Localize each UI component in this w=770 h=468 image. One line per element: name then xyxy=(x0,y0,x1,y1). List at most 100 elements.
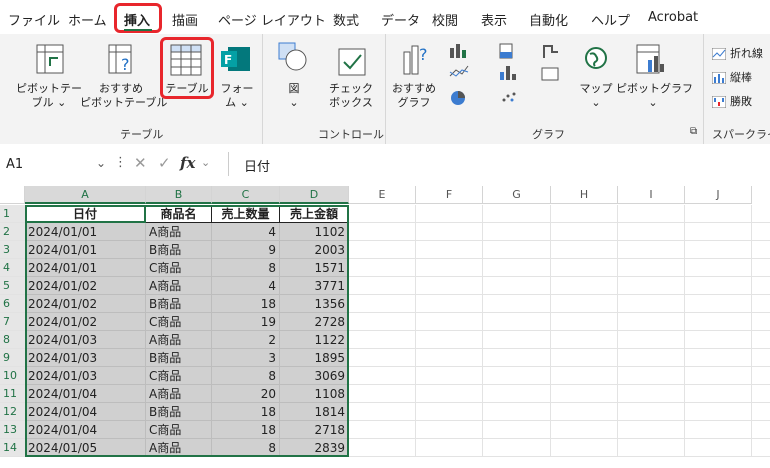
table-cell[interactable]: 3771 xyxy=(280,277,349,295)
menu-draw[interactable]: 描画 xyxy=(172,10,198,29)
table-cell[interactable]: 8 xyxy=(212,367,280,385)
table-cell[interactable]: 1571 xyxy=(280,259,349,277)
menu-file[interactable]: ファイル xyxy=(8,10,60,29)
table-cell[interactable]: 2024/01/02 xyxy=(25,295,146,313)
table-cell[interactable]: 2839 xyxy=(280,439,349,457)
row-header[interactable]: 8 xyxy=(0,331,25,349)
table-cell[interactable]: C商品 xyxy=(146,259,212,277)
table-header-cell[interactable]: 売上金額 xyxy=(280,205,349,223)
enter-icon[interactable]: ✓ xyxy=(158,154,171,172)
row-header[interactable]: 4 xyxy=(0,259,25,277)
column-header-b[interactable]: B xyxy=(146,186,212,204)
row-header[interactable]: 6 xyxy=(0,295,25,313)
table-cell[interactable]: 4 xyxy=(212,277,280,295)
table-cell[interactable]: A商品 xyxy=(146,385,212,403)
table-cell[interactable]: 2024/01/03 xyxy=(25,367,146,385)
worksheet-grid[interactable]: A B C D E F G H I J 1 2 3 4 5 6 7 8 9 10 11 12 13 14 日付 商品名 売上数量 売上… xyxy=(0,186,770,468)
row-header[interactable]: 1 xyxy=(0,205,25,223)
table-cell[interactable]: B商品 xyxy=(146,349,212,367)
select-all-corner[interactable] xyxy=(0,186,25,204)
row-header[interactable]: 13 xyxy=(0,421,25,439)
column-header-c[interactable]: C xyxy=(212,186,280,204)
table-cell[interactable]: 2024/01/04 xyxy=(25,421,146,439)
table-cell[interactable]: 2024/01/01 xyxy=(25,223,146,241)
table-cell[interactable]: 1814 xyxy=(280,403,349,421)
insert-function-icon[interactable]: fx xyxy=(180,154,195,172)
table-cell[interactable]: 19 xyxy=(212,313,280,331)
table-cell[interactable]: 18 xyxy=(212,295,280,313)
row-header[interactable]: 14 xyxy=(0,439,25,457)
row-header[interactable]: 2 xyxy=(0,223,25,241)
table-cell[interactable]: A商品 xyxy=(146,223,212,241)
table-cell[interactable]: C商品 xyxy=(146,313,212,331)
table-cell[interactable]: 2003 xyxy=(280,241,349,259)
menu-help[interactable]: ヘルプ xyxy=(591,10,630,29)
table-cell[interactable]: 3 xyxy=(212,349,280,367)
table-cell[interactable]: 1895 xyxy=(280,349,349,367)
menu-automate[interactable]: 自動化 xyxy=(529,10,568,29)
name-box-dropdown-icon[interactable]: ⌄ xyxy=(96,156,106,170)
name-box[interactable]: A1 xyxy=(6,157,126,179)
table-cell[interactable]: 9 xyxy=(212,241,280,259)
table-cell[interactable]: 2024/01/04 xyxy=(25,403,146,421)
table-cell[interactable]: 2024/01/05 xyxy=(25,439,146,457)
table-cell[interactable]: B商品 xyxy=(146,295,212,313)
row-header[interactable]: 3 xyxy=(0,241,25,259)
table-cell[interactable]: B商品 xyxy=(146,403,212,421)
column-header-f[interactable]: F xyxy=(416,186,483,204)
table-cell[interactable]: C商品 xyxy=(146,367,212,385)
menu-page-layout[interactable]: ページ レイアウト xyxy=(218,10,326,29)
table-cell[interactable]: 2024/01/03 xyxy=(25,331,146,349)
menu-review[interactable]: 校閲 xyxy=(432,10,458,29)
dialog-launcher-icon[interactable]: ⧉ xyxy=(690,126,697,137)
table-cell[interactable]: B商品 xyxy=(146,241,212,259)
menu-home[interactable]: ホーム xyxy=(68,10,107,29)
menu-formulas[interactable]: 数式 xyxy=(333,10,359,29)
row-header[interactable]: 11 xyxy=(0,385,25,403)
table-cell[interactable]: 8 xyxy=(212,259,280,277)
table-cell[interactable]: 2024/01/02 xyxy=(25,313,146,331)
table-cell[interactable]: 1108 xyxy=(280,385,349,403)
table-cell[interactable]: 18 xyxy=(212,421,280,439)
table-cell[interactable]: C商品 xyxy=(146,421,212,439)
column-header-i[interactable]: I xyxy=(618,186,685,204)
table-cell[interactable]: 2024/01/04 xyxy=(25,385,146,403)
menu-acrobat[interactable]: Acrobat xyxy=(648,10,698,25)
column-header-h[interactable]: H xyxy=(551,186,618,204)
row-header[interactable]: 10 xyxy=(0,367,25,385)
column-header-e[interactable]: E xyxy=(349,186,416,204)
table-cell[interactable]: 2718 xyxy=(280,421,349,439)
column-header-j[interactable]: J xyxy=(685,186,752,204)
table-cell[interactable]: A商品 xyxy=(146,439,212,457)
fx-dropdown-icon[interactable]: ⌄ xyxy=(201,156,210,169)
table-cell[interactable]: 1102 xyxy=(280,223,349,241)
table-cell[interactable]: 2728 xyxy=(280,313,349,331)
table-cell[interactable]: 1356 xyxy=(280,295,349,313)
table-cell[interactable]: 18 xyxy=(212,403,280,421)
table-cell[interactable]: 3069 xyxy=(280,367,349,385)
table-cell[interactable]: 1122 xyxy=(280,331,349,349)
table-header-cell[interactable]: 日付 xyxy=(25,205,146,223)
column-header-g[interactable]: G xyxy=(483,186,551,204)
row-header[interactable]: 9 xyxy=(0,349,25,367)
menu-view[interactable]: 表示 xyxy=(481,10,507,29)
table-cell[interactable]: 2 xyxy=(212,331,280,349)
table-cell[interactable]: 20 xyxy=(212,385,280,403)
more-options-icon[interactable]: ⋮ xyxy=(114,155,127,170)
table-cell[interactable]: 4 xyxy=(212,223,280,241)
menu-data[interactable]: データ xyxy=(381,10,420,29)
table-cell[interactable]: 2024/01/01 xyxy=(25,241,146,259)
table-cell[interactable]: 2024/01/03 xyxy=(25,349,146,367)
row-header[interactable]: 5 xyxy=(0,277,25,295)
row-header[interactable]: 7 xyxy=(0,313,25,331)
table-header-cell[interactable]: 商品名 xyxy=(146,205,212,223)
column-header-d[interactable]: D xyxy=(280,186,349,204)
chart-types-icons[interactable] xyxy=(448,42,578,112)
table-cell[interactable]: 8 xyxy=(212,439,280,457)
table-header-cell[interactable]: 売上数量 xyxy=(212,205,280,223)
formula-input[interactable]: 日付 xyxy=(244,156,270,175)
table-cell[interactable]: 2024/01/01 xyxy=(25,259,146,277)
row-header[interactable]: 12 xyxy=(0,403,25,421)
table-cell[interactable]: A商品 xyxy=(146,331,212,349)
table-cell[interactable]: 2024/01/02 xyxy=(25,277,146,295)
